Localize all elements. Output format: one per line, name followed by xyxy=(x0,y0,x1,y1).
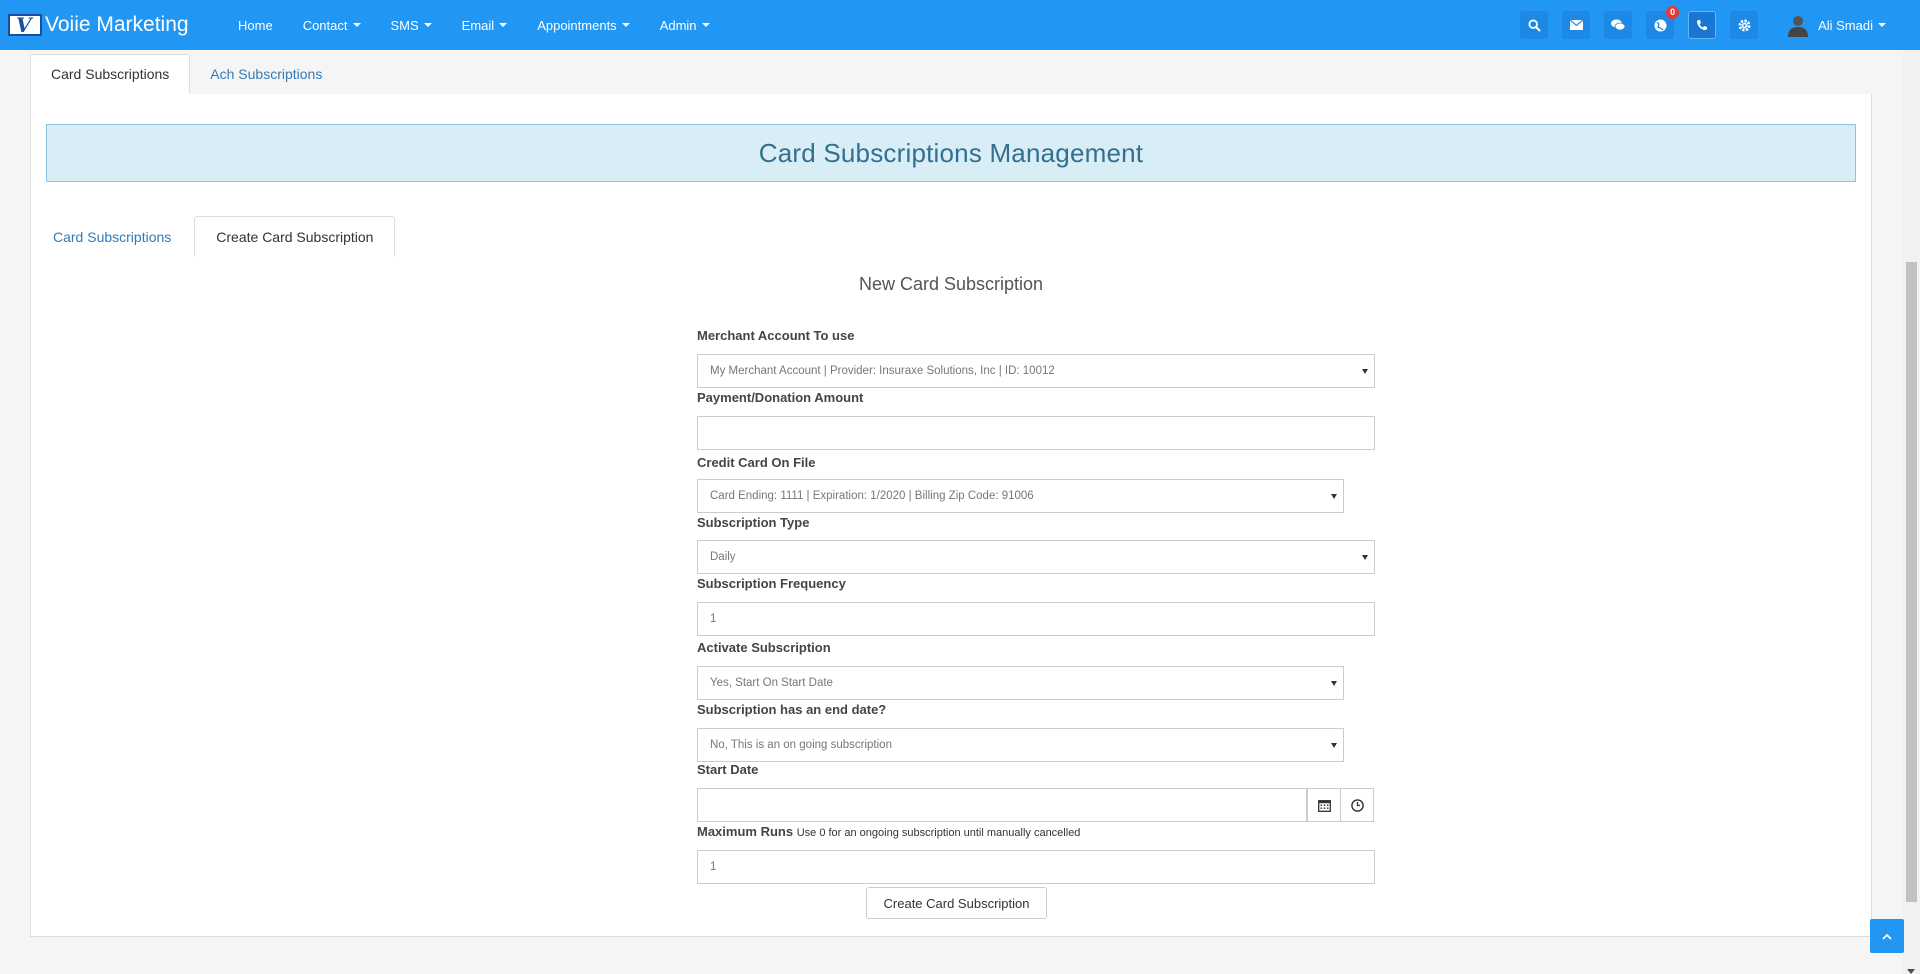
avatar-icon xyxy=(1788,16,1809,37)
nav-home-label: Home xyxy=(238,17,273,33)
nav-contact[interactable]: Contact xyxy=(288,0,376,50)
phone-button[interactable] xyxy=(1688,11,1717,39)
page-title: Card Subscriptions Management xyxy=(758,137,1144,168)
search-icon xyxy=(1528,18,1541,32)
user-name: Ali Smadi xyxy=(1818,17,1873,33)
nav-contact-label: Contact xyxy=(302,17,348,33)
tab-ach-subscriptions[interactable]: Ach Subscriptions xyxy=(190,54,342,94)
settings-button[interactable] xyxy=(1730,11,1759,39)
subscription-type-tabs: Card Subscriptions Ach Subscriptions xyxy=(30,54,342,94)
caret-down-icon xyxy=(701,23,710,27)
activate-value: Yes, Start On Start Date xyxy=(710,677,833,689)
max-runs-label: Maximum Runs Use 0 for an ongoing subscr… xyxy=(697,824,1080,839)
nav-home[interactable]: Home xyxy=(223,0,288,50)
subscription-type-select[interactable]: Daily xyxy=(697,540,1375,574)
form-title: New Card Subscription xyxy=(858,274,1044,294)
nav-appointments-label: Appointments xyxy=(537,17,617,33)
nav-email[interactable]: Email xyxy=(447,0,523,50)
navbar-actions: 0 Ali Smadi xyxy=(1506,0,1920,50)
brand-name: Voiie Marketing xyxy=(45,13,189,36)
scrollbar-thumb[interactable] xyxy=(1906,262,1917,902)
dropdown-arrow-icon xyxy=(1362,369,1368,374)
start-date-label: Start Date xyxy=(697,762,759,777)
scroll-down-arrow-icon[interactable] xyxy=(1907,969,1915,974)
end-date-select[interactable]: No, This is an on going subscription xyxy=(697,728,1344,762)
credit-card-value: Card Ending: 1111 | Expiration: 1/2020 |… xyxy=(710,490,1034,502)
dropdown-arrow-icon xyxy=(1331,681,1337,686)
nav-email-label: Email xyxy=(461,17,495,33)
max-runs-label-text: Maximum Runs xyxy=(697,824,794,839)
chevron-up-icon xyxy=(1882,933,1892,940)
merchant-label: Merchant Account To use xyxy=(697,328,855,343)
search-button[interactable] xyxy=(1520,11,1549,39)
activate-label: Activate Subscription xyxy=(697,640,831,655)
scroll-to-top-button[interactable] xyxy=(1870,919,1904,953)
chat-icon xyxy=(1611,19,1626,31)
dropdown-arrow-icon xyxy=(1362,555,1368,560)
create-card-subscription-button[interactable]: Create Card Subscription xyxy=(866,887,1047,919)
brand-logo xyxy=(8,13,42,37)
nav-appointments[interactable]: Appointments xyxy=(522,0,645,50)
caret-down-icon xyxy=(352,23,361,27)
frequency-input[interactable]: 1 xyxy=(697,602,1375,636)
merchant-select[interactable]: My Merchant Account | Provider: Insuraxe… xyxy=(697,354,1375,388)
clock-icon xyxy=(1350,798,1364,812)
tab-card-subscriptions[interactable]: Card Subscriptions xyxy=(30,54,191,94)
globe-icon xyxy=(1654,19,1667,31)
dropdown-arrow-icon xyxy=(1331,743,1337,748)
nav-admin-label: Admin xyxy=(659,17,697,33)
amount-label: Payment/Donation Amount xyxy=(697,390,864,405)
max-runs-input[interactable]: 1 xyxy=(697,850,1375,884)
gear-icon xyxy=(1738,19,1751,31)
dropdown-arrow-icon xyxy=(1331,494,1337,499)
nav-admin[interactable]: Admin xyxy=(645,0,725,50)
caret-down-icon xyxy=(621,23,630,27)
notifications-button[interactable]: 0 xyxy=(1646,6,1680,39)
page-header: Card Subscriptions Management xyxy=(46,124,1856,182)
tab-create-card-subscription[interactable]: Create Card Subscription xyxy=(194,216,396,257)
page-scrollbar[interactable] xyxy=(1903,50,1920,974)
time-button[interactable] xyxy=(1340,788,1374,822)
calendar-icon xyxy=(1317,799,1331,812)
nav-sms-label: SMS xyxy=(390,17,419,33)
amount-input[interactable] xyxy=(697,416,1375,450)
max-runs-hint: Use 0 for an ongoing subscription until … xyxy=(796,827,1081,839)
phone-icon xyxy=(1697,20,1708,31)
subscription-type-label: Subscription Type xyxy=(697,515,810,530)
messages-button[interactable] xyxy=(1562,11,1591,39)
frequency-value: 1 xyxy=(710,613,717,625)
main-panel: Card Subscriptions Management Card Subsc… xyxy=(30,94,1872,937)
caret-down-icon xyxy=(499,23,508,27)
main-menu: Home Contact SMS Email Appointments Admi… xyxy=(223,0,725,50)
caret-down-icon xyxy=(1878,23,1886,27)
frequency-label: Subscription Frequency xyxy=(697,576,846,591)
user-menu[interactable]: Ali Smadi xyxy=(1786,13,1886,37)
nav-sms[interactable]: SMS xyxy=(376,0,447,50)
merchant-value: My Merchant Account | Provider: Insuraxe… xyxy=(710,365,1055,377)
brand[interactable]: Voiie Marketing xyxy=(8,13,223,37)
chat-button[interactable] xyxy=(1604,11,1633,39)
envelope-icon xyxy=(1569,20,1583,30)
activate-select[interactable]: Yes, Start On Start Date xyxy=(697,666,1344,700)
end-date-value: No, This is an on going subscription xyxy=(710,739,892,751)
credit-card-label: Credit Card On File xyxy=(697,455,816,470)
subscription-type-value: Daily xyxy=(710,551,736,563)
card-subscription-tabs: Card Subscriptions Create Card Subscript… xyxy=(31,216,396,257)
calendar-button[interactable] xyxy=(1307,788,1341,822)
notification-badge: 0 xyxy=(1666,6,1680,19)
end-date-label: Subscription has an end date? xyxy=(697,702,887,717)
credit-card-select[interactable]: Card Ending: 1111 | Expiration: 1/2020 |… xyxy=(697,479,1344,513)
top-navbar: Voiie Marketing Home Contact SMS Email A… xyxy=(0,0,1920,50)
tab-card-subscriptions-list[interactable]: Card Subscriptions xyxy=(31,216,191,257)
max-runs-value: 1 xyxy=(710,861,717,873)
caret-down-icon xyxy=(423,23,432,27)
start-date-input[interactable] xyxy=(697,788,1307,822)
